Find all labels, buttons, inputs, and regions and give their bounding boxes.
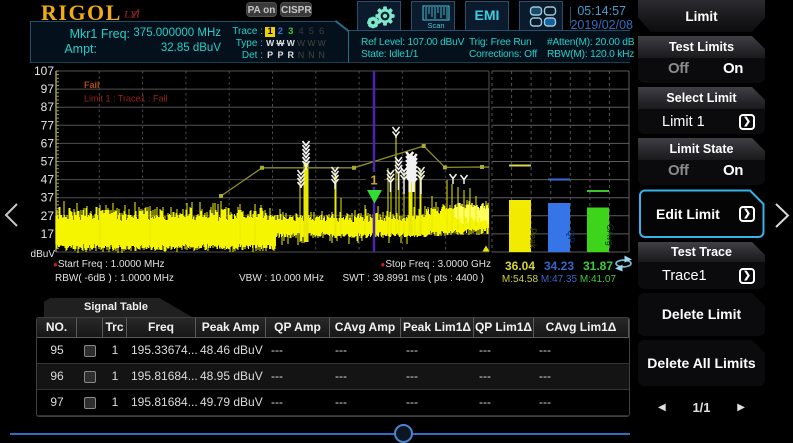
svg-text:107: 107 — [34, 64, 54, 78]
svg-text:67: 67 — [41, 136, 55, 150]
svg-text:34.23: 34.23 — [544, 259, 574, 273]
svg-text:87: 87 — [41, 100, 55, 114]
svg-text:1: 1 — [370, 173, 377, 188]
svg-text:Limit 1 : Trace1 : Fail: Limit 1 : Trace1 : Fail — [84, 94, 168, 104]
svg-text:27: 27 — [41, 209, 55, 223]
svg-text:36.04: 36.04 — [505, 259, 535, 273]
svg-text:47: 47 — [41, 173, 55, 187]
svg-text:57: 57 — [41, 155, 55, 169]
svg-text:CAvg: CAvg — [605, 224, 615, 246]
svg-text:dBuV: dBuV — [31, 249, 56, 260]
svg-text:Peak: Peak — [528, 228, 538, 249]
svg-text:M:47.35: M:47.35 — [541, 274, 578, 285]
svg-text:Fail: Fail — [84, 80, 100, 90]
svg-text:77: 77 — [41, 118, 55, 132]
svg-text:M:41.07: M:41.07 — [580, 274, 617, 285]
svg-text:17: 17 — [41, 227, 55, 241]
svg-text:97: 97 — [41, 82, 55, 96]
svg-text:QP: QP — [566, 230, 576, 243]
svg-text:31.87: 31.87 — [583, 259, 613, 273]
svg-text:M:54.58: M:54.58 — [502, 274, 539, 285]
svg-text:37: 37 — [41, 191, 55, 205]
